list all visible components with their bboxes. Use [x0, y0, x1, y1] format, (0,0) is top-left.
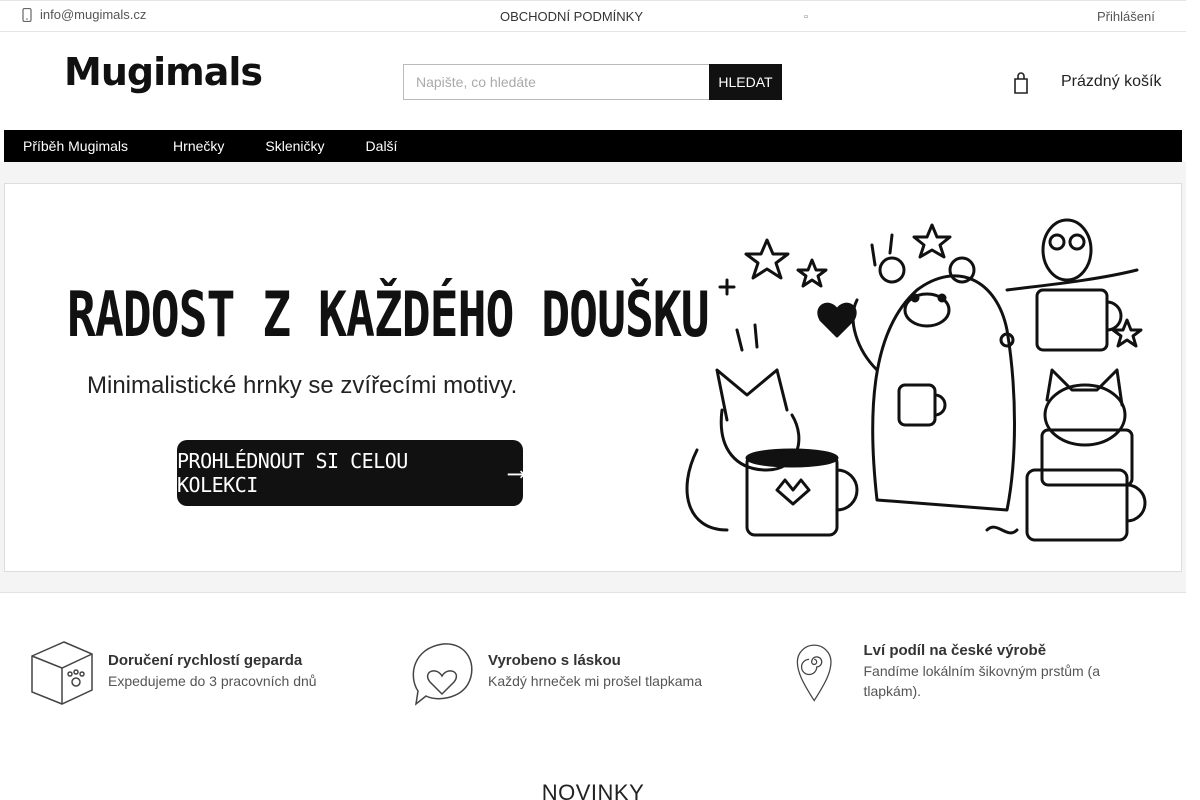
phone-icon	[22, 7, 32, 22]
site-logo[interactable]: Mugimals	[64, 50, 263, 94]
nav-item-story[interactable]: Příběh Mugimals	[23, 130, 128, 162]
banner-headline: RADOST Z KAŽDÉHO DOUŠKU	[67, 279, 710, 352]
search-form: HLEDAT	[403, 64, 782, 100]
feature-czech: Lví podíl na české výrobě Fandíme lokáln…	[794, 636, 1114, 708]
arrow-right-icon: ⟶	[509, 459, 523, 487]
header: Mugimals HLEDAT Prázdný košík	[0, 32, 1186, 130]
top-bar: info@mugimals.cz OBCHODNÍ PODMÍNKY ▫ Při…	[0, 0, 1186, 32]
feature-text: Fandíme lokálním šikovným prstům (a tlap…	[863, 663, 1101, 699]
feature-delivery: Doručení rychlostí geparda Expedujeme do…	[28, 636, 317, 708]
email-link[interactable]: info@mugimals.cz	[22, 7, 146, 22]
box-paw-icon	[31, 641, 93, 705]
cart-label[interactable]: Prázdný košík	[1061, 73, 1161, 91]
feature-title: Lví podíl na české výrobě	[863, 642, 1047, 659]
search-input[interactable]	[403, 64, 709, 100]
feature-text: Každý hrneček mi prošel tlapkama	[488, 673, 702, 689]
dropdown-icon[interactable]: ▫	[804, 11, 808, 23]
hero-banner[interactable]: RADOST Z KAŽDÉHO DOUŠKU Minimalistické h…	[4, 183, 1182, 572]
section-title-text: NOVINKY	[541, 780, 645, 800]
search-button[interactable]: HLEDAT	[709, 64, 782, 100]
login-link[interactable]: Přihlášení	[1097, 9, 1155, 24]
nav-item-mugs[interactable]: Hrnečky	[173, 130, 224, 162]
logo-text: Mugimals	[64, 50, 263, 94]
nav-item-glasses[interactable]: Skleničky	[265, 130, 324, 162]
feature-love: Vyrobeno s láskou Každý hrneček mi proše…	[408, 636, 702, 708]
feature-text: Expedujeme do 3 pracovních dnů	[108, 673, 317, 689]
email-text: info@mugimals.cz	[40, 7, 147, 22]
nav-item-more[interactable]: Další	[366, 130, 398, 162]
cta-label: PROHLÉDNOUT SI CELOU KOLEKCI	[177, 449, 408, 497]
heart-bubble-icon	[412, 643, 473, 706]
section-title: NOVINKY	[0, 780, 1186, 800]
main-nav: Příběh Mugimals Hrnečky Skleničky Další	[4, 130, 1182, 162]
banner-subline: Minimalistické hrnky se zvířecími motivy…	[87, 372, 518, 399]
location-pin-icon	[796, 644, 832, 702]
view-collection-button[interactable]: PROHLÉDNOUT SI CELOU KOLEKCI ⟶	[177, 440, 523, 506]
animals-illustration	[685, 218, 1147, 542]
feature-title: Doručení rychlostí geparda	[108, 652, 303, 669]
feature-title: Vyrobeno s láskou	[488, 652, 621, 669]
cart-icon[interactable]	[1013, 72, 1029, 94]
terms-link[interactable]: OBCHODNÍ PODMÍNKY	[500, 9, 643, 24]
